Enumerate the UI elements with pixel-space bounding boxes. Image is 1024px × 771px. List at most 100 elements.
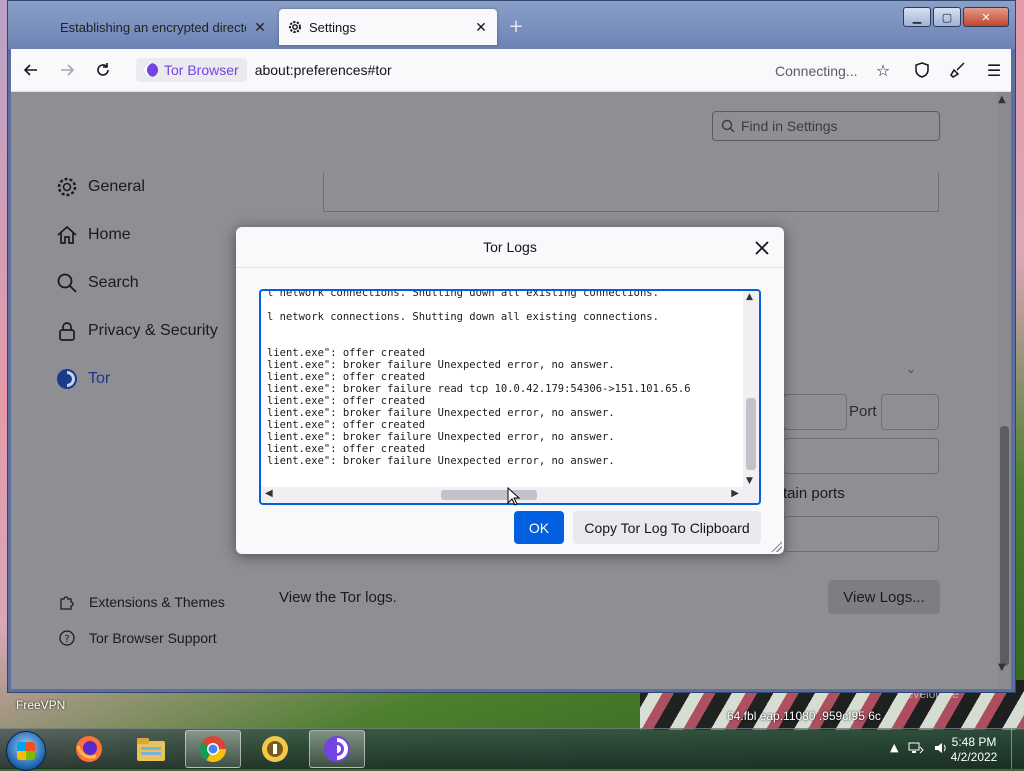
search-icon xyxy=(56,272,78,294)
scrollbar-thumb[interactable] xyxy=(441,490,537,500)
log-line: l network connections. Shutting down all… xyxy=(267,289,659,299)
connection-status: Connecting... xyxy=(775,63,858,79)
bridge-textarea[interactable] xyxy=(323,172,939,212)
svg-text:?: ? xyxy=(64,634,69,645)
minimize-button[interactable]: ▁ xyxy=(903,7,931,27)
tor-log-textarea[interactable]: l network connections. Shutting down all… xyxy=(259,289,761,505)
url-bar[interactable]: Tor Browser about:preferences#tor xyxy=(136,55,871,85)
scroll-left-arrow-icon[interactable]: ◀ xyxy=(265,488,273,499)
find-in-settings-input[interactable]: Find in Settings xyxy=(712,111,940,141)
sidebar-item-privacy[interactable]: Privacy & Security xyxy=(56,320,218,342)
tor-launcher-icon xyxy=(262,736,288,762)
ok-button[interactable]: OK xyxy=(514,511,564,544)
sidebar-item-general[interactable]: General xyxy=(56,176,145,198)
log-line: lient.exe": broker failure Unexpected er… xyxy=(267,431,615,443)
chevron-down-icon[interactable]: ⌄ xyxy=(906,362,916,376)
new-tab-button[interactable]: + xyxy=(504,15,528,39)
sidebar-extensions-themes[interactable]: Extensions & Themes xyxy=(59,594,225,610)
search-icon xyxy=(721,119,735,133)
tab-title: Establishing an encrypted directory xyxy=(60,19,246,35)
taskbar-tor-launcher[interactable] xyxy=(247,730,303,768)
log-text: l network connections. Shutting down all… xyxy=(267,289,741,487)
show-desktop-button[interactable] xyxy=(1011,729,1024,769)
show-hidden-icons-icon[interactable]: ▲ xyxy=(890,741,898,758)
view-logs-description: View the Tor logs. xyxy=(279,589,397,606)
maximize-button[interactable]: ▢ xyxy=(933,7,961,27)
scrollbar-thumb[interactable] xyxy=(746,398,756,470)
identity-label: Tor Browser xyxy=(164,62,239,78)
gear-icon xyxy=(56,176,78,198)
sidebar-item-label: Tor xyxy=(88,370,111,387)
proxy-username-field[interactable] xyxy=(783,438,939,474)
new-identity-broom-icon[interactable] xyxy=(948,60,968,80)
tab-establishing[interactable]: Establishing an encrypted directory ✕ xyxy=(52,9,276,45)
sidebar-item-search[interactable]: Search xyxy=(56,272,139,294)
sidebar-item-label: Search xyxy=(88,274,139,291)
back-button[interactable] xyxy=(15,54,47,86)
scroll-up-arrow-icon[interactable]: ▲ xyxy=(746,292,753,302)
page-scrollbar[interactable]: ▲ ▼ xyxy=(997,92,1011,689)
view-logs-button[interactable]: View Logs... xyxy=(828,580,940,614)
copy-tor-log-button[interactable]: Copy Tor Log To Clipboard xyxy=(573,511,761,544)
start-button[interactable] xyxy=(6,731,46,771)
taskbar-firefox[interactable] xyxy=(61,730,117,768)
firewall-ports-label: tain ports xyxy=(783,485,845,502)
lock-icon xyxy=(56,320,78,342)
reload-icon xyxy=(97,63,109,76)
log-line: l network connections. Shutting down all… xyxy=(267,311,659,323)
proxy-port-field[interactable] xyxy=(881,394,939,430)
star-icon[interactable]: ☆ xyxy=(873,60,893,80)
url-text[interactable]: about:preferences#tor xyxy=(255,62,392,78)
firefox-icon xyxy=(76,736,102,762)
sidebar-item-home[interactable]: Home xyxy=(56,224,131,246)
allowed-ports-field[interactable] xyxy=(783,516,939,552)
taskbar-tor-browser[interactable] xyxy=(309,730,365,768)
sidebar-item-tor[interactable]: Tor xyxy=(56,368,110,390)
close-icon[interactable] xyxy=(750,236,774,260)
forward-button[interactable] xyxy=(51,54,83,86)
taskbar-clock[interactable]: 5:48 PM 4/2/2022 xyxy=(944,735,1004,765)
puzzle-icon xyxy=(59,594,75,610)
tor-onion-icon xyxy=(144,63,158,77)
system-tray: ▲ xyxy=(890,741,948,758)
scroll-down-arrow-icon[interactable]: ▼ xyxy=(746,476,753,486)
scrollbar-thumb[interactable] xyxy=(1000,426,1009,666)
log-line: lient.exe": offer created xyxy=(267,371,426,383)
gear-icon xyxy=(287,19,303,35)
back-arrow-icon xyxy=(23,64,37,76)
close-icon[interactable]: ✕ xyxy=(252,19,268,35)
scroll-down-arrow-icon[interactable]: ▼ xyxy=(998,662,1006,673)
log-line: lient.exe": offer created xyxy=(267,419,426,431)
log-line: lient.exe": broker failure Unexpected er… xyxy=(267,407,615,419)
chrome-icon xyxy=(199,736,227,763)
close-icon[interactable]: ✕ xyxy=(473,19,489,35)
scroll-right-arrow-icon[interactable]: ▶ xyxy=(731,488,739,499)
log-line: lient.exe": broker failure Unexpected er… xyxy=(267,359,615,371)
sidebar-item-label: Privacy & Security xyxy=(88,322,218,339)
resize-grip[interactable] xyxy=(770,540,782,552)
identity-box[interactable]: Tor Browser xyxy=(136,58,247,82)
sidebar-tor-browser-support[interactable]: ? Tor Browser Support xyxy=(59,630,217,646)
hamburger-menu-icon[interactable]: ☰ xyxy=(984,60,1004,80)
tab-settings[interactable]: Settings ✕ xyxy=(279,9,497,45)
log-vertical-scrollbar[interactable]: ▲ ▼ xyxy=(743,291,759,487)
log-line: lient.exe": offer created xyxy=(267,347,426,359)
sidebar-footer-label: Tor Browser Support xyxy=(89,630,217,646)
reload-button[interactable] xyxy=(87,54,119,86)
desktop-label[interactable]: FreeVPN xyxy=(16,698,65,712)
taskbar-chrome[interactable] xyxy=(185,730,241,768)
clock-date: 4/2/2022 xyxy=(950,750,998,764)
shield-icon[interactable] xyxy=(912,60,932,80)
tor-onion-icon xyxy=(56,368,78,390)
proxy-address-field[interactable] xyxy=(783,394,847,430)
taskbar: ▲ 5:48 PM 4/2/2022 xyxy=(0,728,1024,771)
network-icon[interactable] xyxy=(908,741,925,758)
scroll-up-arrow-icon[interactable]: ▲ xyxy=(998,94,1006,105)
taskbar-file-explorer[interactable] xyxy=(123,730,179,768)
help-icon: ? xyxy=(59,630,75,646)
title-bar: Establishing an encrypted directory ✕ Se… xyxy=(8,1,1015,49)
window-close-button[interactable]: ✕ xyxy=(963,7,1009,27)
